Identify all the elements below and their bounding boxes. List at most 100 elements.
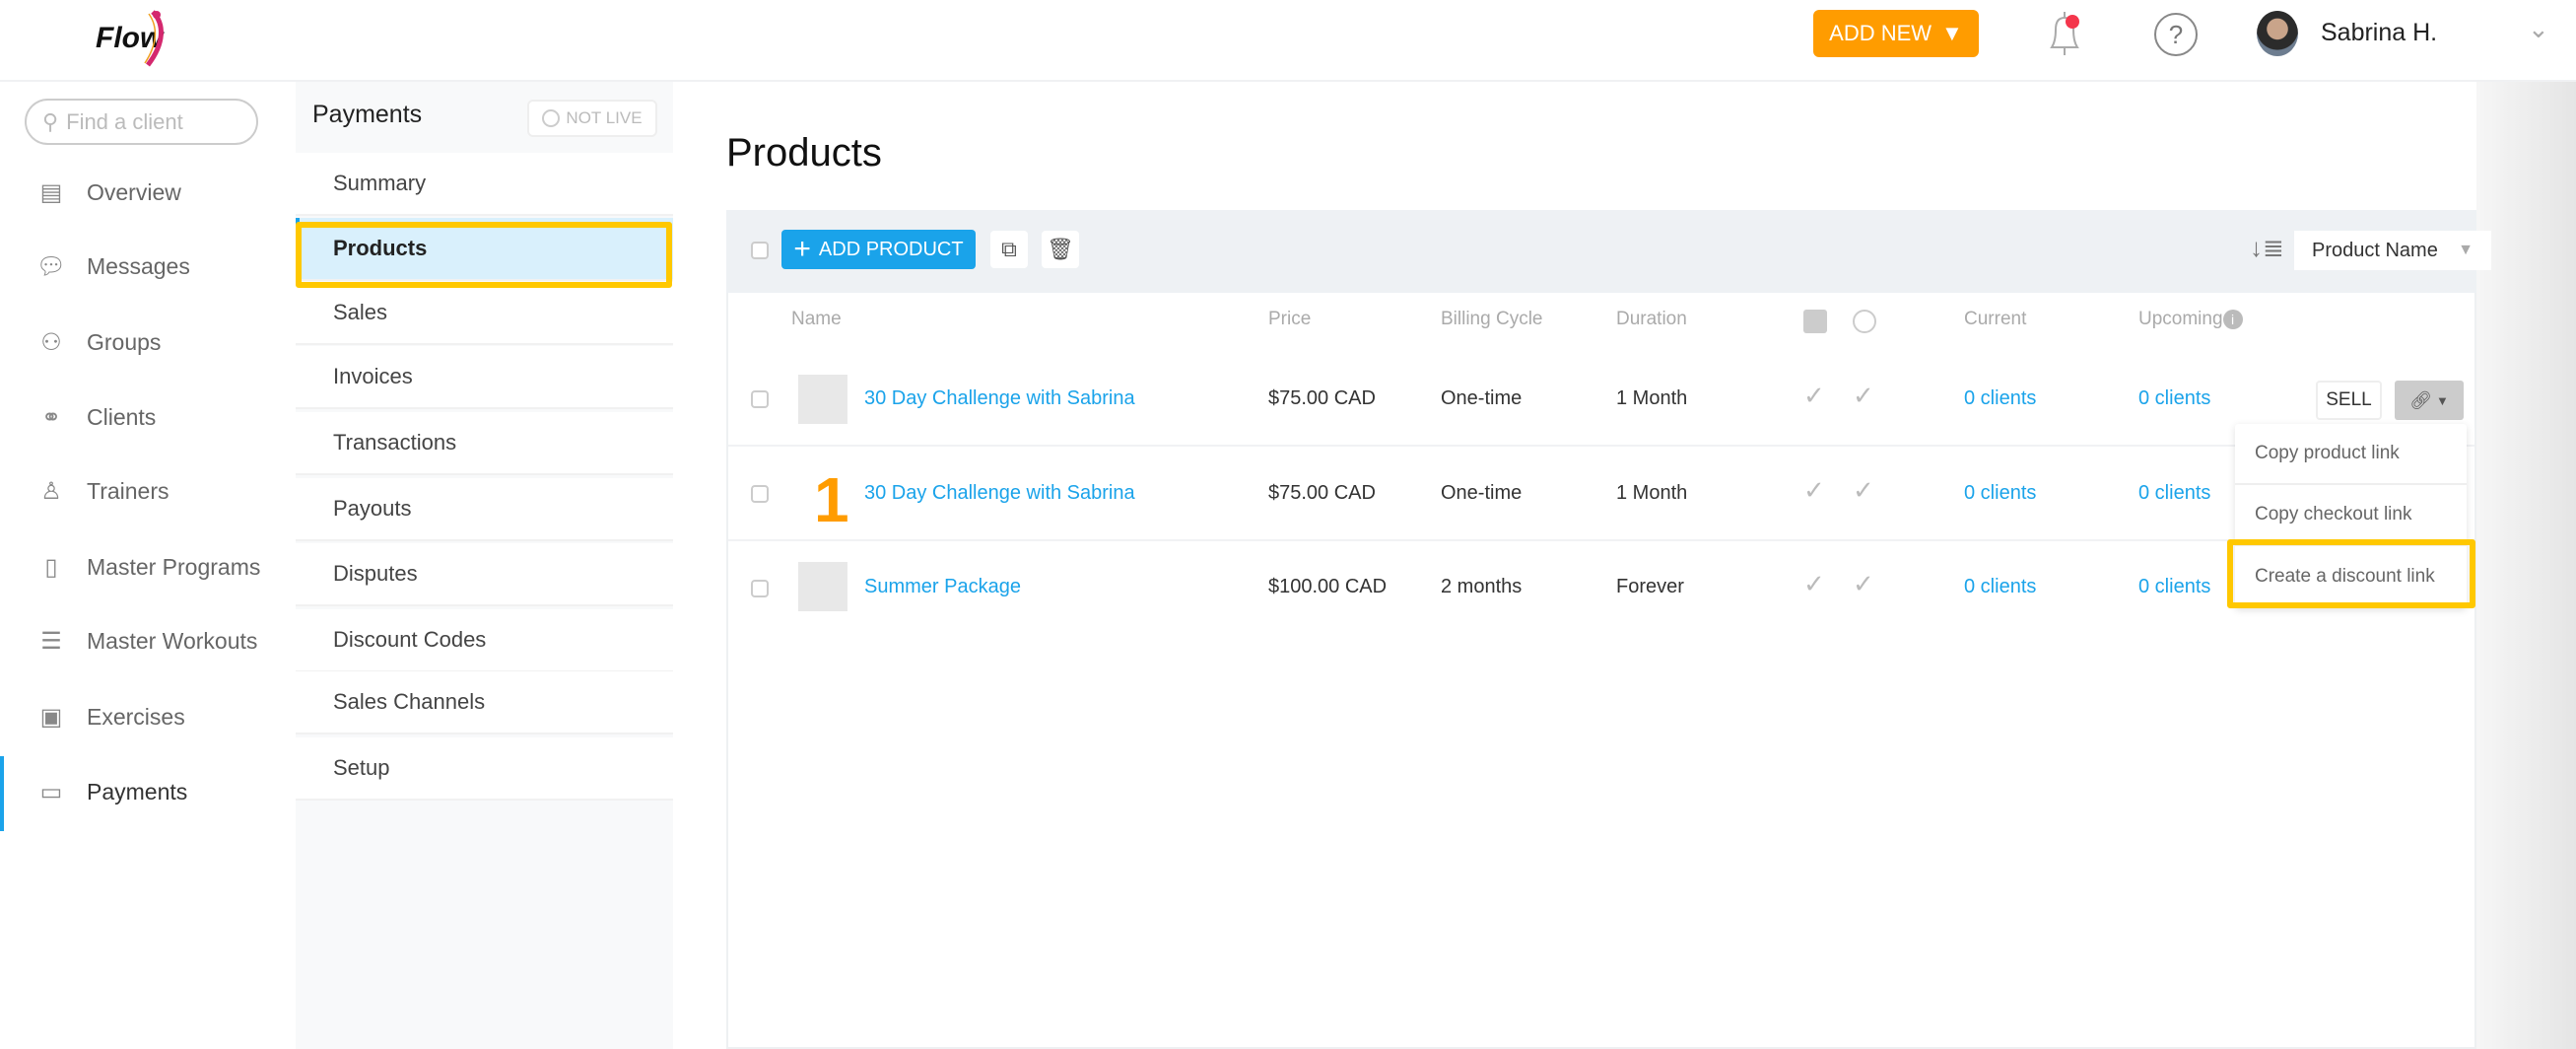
plus-icon: + [793,233,811,265]
sell-button[interactable]: SELL [2316,381,2382,420]
price: $100.00 CAD [1268,576,1388,597]
sidebar-item-master-workouts[interactable]: ☰ Master Workouts [0,611,296,670]
add-new-button[interactable]: ADD NEW ▼ [1813,10,1979,57]
current-clients-link[interactable]: 0 clients [1964,576,2036,598]
billing-cycle: One-time [1441,387,1523,409]
subnav-item-sales-channels[interactable]: Sales Channels [296,671,673,734]
add-product-button[interactable]: + ADD PRODUCT [781,230,976,269]
trash-icon[interactable]: 🗑︎ [1042,231,1079,268]
clients-icon: ⚭ [40,403,62,431]
column-header-current[interactable]: Current [1964,309,2026,330]
column-header-upcoming[interactable]: Upcoming i [2138,309,2243,330]
sort-select[interactable]: Product Name ▼ [2294,231,2491,270]
table-toolbar [726,210,2476,293]
duration: 1 Month [1616,482,1688,504]
billing-cycle: One-time [1441,482,1523,504]
select-all-checkbox[interactable] [751,242,769,259]
user-name[interactable]: Sabrina H. [2321,19,2437,47]
programs-icon: ▯ [44,553,58,581]
link-icon: 🔗︎ [2409,389,2432,410]
menu-item-copy-checkout-link[interactable]: Copy checkout link [2235,485,2467,546]
web-channel-icon [1853,310,1876,333]
row-checkbox[interactable] [751,390,769,408]
live-status-toggle[interactable]: NOT LIVE [527,100,657,137]
right-gutter [2476,82,2576,1049]
sidebar-item-overview[interactable]: ▤ Overview [0,163,296,222]
search-icon: ⚲ [42,108,59,134]
sidebar-item-clients[interactable]: ⚭ Clients [0,387,296,447]
products-table [726,210,2476,1049]
highlight-discount-link [2227,539,2475,608]
trainers-icon: ♙ [40,477,62,505]
price: $75.00 CAD [1268,482,1376,504]
product-thumbnail [798,375,847,424]
help-icon[interactable]: ? [2154,13,2198,56]
price: $75.00 CAD [1268,387,1376,409]
sidebar-item-payments[interactable]: ▭ Payments [0,762,296,821]
subnav-item-invoices[interactable]: Invoices [296,346,673,409]
check-icon: ✓ [1853,475,1874,505]
step-annotation: 1 [814,464,849,535]
check-icon: ✓ [1803,475,1825,505]
product-name-link[interactable]: 30 Day Challenge with Sabrina [864,387,1135,410]
sidebar-item-trainers[interactable]: ♙ Trainers [0,461,296,521]
row-checkbox[interactable] [751,580,769,597]
caret-down-icon: ▼ [1941,21,1963,45]
subnav-item-summary[interactable]: Summary [296,153,673,216]
product-thumbnail [798,562,847,611]
menu-item-copy-product-link[interactable]: Copy product link [2235,424,2467,485]
billing-cycle: 2 months [1441,576,1523,597]
duration: Forever [1616,576,1684,597]
check-icon: ✓ [1803,569,1825,598]
app-channel-icon [1803,310,1827,333]
caret-down-icon: ▼ [2435,392,2449,408]
check-icon: ✓ [1803,381,1825,410]
subnav-item-sales[interactable]: Sales [296,282,673,345]
current-clients-link[interactable]: 0 clients [1964,482,2036,505]
check-icon: ✓ [1853,569,1874,598]
page-title: Products [726,131,882,175]
duplicate-icon[interactable]: ⧉ [990,231,1028,268]
flow-logo[interactable]: Flow [94,4,192,73]
upcoming-clients-link[interactable]: 0 clients [2138,576,2210,598]
duration: 1 Month [1616,387,1688,409]
workouts-icon: ☰ [40,627,62,655]
upcoming-clients-link[interactable]: 0 clients [2138,482,2210,505]
client-search[interactable]: ⚲ [25,99,258,145]
current-clients-link[interactable]: 0 clients [1964,387,2036,410]
subnav-item-payouts[interactable]: Payouts [296,478,673,541]
upcoming-clients-link[interactable]: 0 clients [2138,387,2210,410]
sidebar-item-messages[interactable]: 💬︎ Messages [0,237,296,296]
row-checkbox[interactable] [751,485,769,503]
info-icon[interactable]: i [2222,309,2243,329]
link-menu-button[interactable]: 🔗︎ ▼ [2395,381,2464,420]
subnav-item-transactions[interactable]: Transactions [296,412,673,475]
caret-down-icon: ▼ [2458,242,2474,258]
column-header-name[interactable]: Name [791,309,842,330]
groups-icon: ⚇ [40,328,62,356]
highlight-products [296,222,672,288]
check-icon: ✓ [1853,381,1874,410]
column-header-duration[interactable]: Duration [1616,309,1687,330]
sidebar-item-exercises[interactable]: ▣ Exercises [0,687,296,746]
search-input[interactable] [66,108,235,135]
sort-icon[interactable]: ↓≣ [2250,233,2284,263]
notification-bell-icon[interactable] [2040,8,2089,61]
exercises-icon: ▣ [39,703,63,731]
overview-icon: ▤ [39,178,63,206]
product-name-link[interactable]: 30 Day Challenge with Sabrina [864,482,1135,505]
chevron-down-icon[interactable]: ⌄ [2528,14,2549,44]
product-name-link[interactable]: Summer Package [864,576,1021,598]
column-header-price[interactable]: Price [1268,309,1311,330]
payments-icon: ▭ [39,778,63,805]
subnav-item-disputes[interactable]: Disputes [296,543,673,606]
status-circle-icon [542,109,561,127]
column-header-billing[interactable]: Billing Cycle [1441,309,1542,330]
avatar[interactable] [2257,11,2298,56]
subnav-item-discount-codes[interactable]: Discount Codes [296,609,673,672]
subnav-item-setup[interactable]: Setup [296,737,673,801]
sidebar-item-master-programs[interactable]: ▯ Master Programs [0,537,296,596]
subnav-title: Payments [312,101,423,128]
messages-icon: 💬︎ [35,252,67,280]
sidebar-item-groups[interactable]: ⚇ Groups [0,313,296,372]
